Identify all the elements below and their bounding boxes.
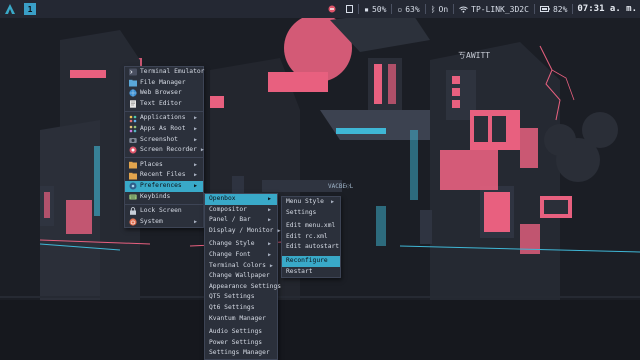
distro-logo-icon[interactable] (2, 1, 18, 17)
submenu-arrow-icon: ▶ (193, 172, 197, 179)
submenu-arrow-icon: ▶ (267, 251, 271, 258)
menu-item-openbox[interactable]: Openbox ▶ (205, 194, 277, 205)
submenu-arrow-icon: ▶ (267, 206, 271, 213)
menu-item-qt6-settings[interactable]: Qt6 Settings (205, 303, 277, 314)
menu-item-edit-autostart[interactable]: Edit autostart (282, 242, 340, 253)
submenu-arrow-icon: ▶ (330, 199, 334, 205)
menu-item-web-browser[interactable]: Web Browser (125, 88, 203, 99)
openbox-submenu: Menu Style ▶ Settings Edit menu.xml Edit… (281, 196, 341, 279)
submenu-arrow-icon: ▶ (267, 196, 271, 202)
lock-icon (129, 207, 137, 216)
menu-item-apps-as-root[interactable]: Apps As Root ▶ (125, 124, 203, 135)
menu-item-preferences[interactable]: Preferences ▶ (125, 180, 203, 192)
menu-item-menu-style[interactable]: Menu Style ▶ (282, 197, 340, 208)
globe-icon (129, 89, 137, 98)
cpu-icon: ▪ (364, 4, 369, 14)
menu-item-keybinds[interactable]: Keybinds (125, 192, 203, 203)
submenu-arrow-icon: ▶ (277, 227, 281, 234)
menu-item-recent-files[interactable]: Recent Files ▶ (125, 170, 203, 181)
bluetooth-indicator[interactable]: ᛒ On (426, 0, 453, 18)
cpu-indicator[interactable]: ▪ 50% (359, 0, 391, 18)
submenu-arrow-icon: ▶ (193, 218, 197, 225)
places-folder-icon (129, 161, 137, 169)
submenu-arrow-icon: ▶ (193, 115, 197, 122)
menu-item-power-settings[interactable]: Power Settings (205, 338, 277, 349)
menu-item-change-wallpaper[interactable]: Change Wallpaper (205, 271, 277, 282)
keyboard-icon (129, 193, 137, 201)
menu-item-compositor[interactable]: Compositor ▶ (205, 205, 277, 216)
record-indicator[interactable] (323, 0, 341, 18)
menu-item-settings[interactable]: Settings (282, 208, 340, 219)
menu-item-screenshot[interactable]: Screenshot ▶ (125, 135, 203, 146)
power-icon (129, 218, 137, 226)
menu-item-change-style[interactable]: Change Style ▶ (205, 239, 277, 250)
menu-item-qt5-settings[interactable]: QT5 Settings (205, 292, 277, 303)
submenu-arrow-icon: ▶ (269, 262, 273, 269)
root-icon (129, 125, 137, 133)
folder-icon (129, 79, 137, 87)
menu-item-display-monitor[interactable]: Display / Monitor ▶ (205, 226, 281, 237)
menu-item-panel-bar[interactable]: Panel / Bar ▶ (205, 215, 277, 226)
wifi-ssid: TP-LINK_3D2C (471, 4, 529, 14)
menu-item-change-font[interactable]: Change Font ▶ (205, 250, 277, 261)
menu-item-audio-settings[interactable]: Audio Settings (205, 327, 277, 338)
wallpaper: VACBE℮L ㄎAWITT (0, 0, 640, 360)
clipboard-icon (346, 5, 354, 13)
desktop: { "topbar": { "workspace": "1", "cpu": "… (0, 0, 640, 360)
clock[interactable]: 07:31 a. m. (573, 4, 640, 14)
recent-folder-icon (129, 172, 137, 180)
root-menu: Terminal Emulator File Manager Web Brows… (124, 66, 204, 229)
submenu-arrow-icon: ▶ (193, 182, 197, 189)
battery-indicator[interactable]: 82% (535, 0, 572, 18)
menu-item-settings-manager[interactable]: Settings Manager (205, 348, 277, 359)
submenu-arrow-icon: ▶ (200, 147, 204, 154)
document-icon (129, 100, 137, 108)
menu-item-terminal-emulator[interactable]: Terminal Emulator (125, 67, 204, 78)
preferences-submenu: Openbox ▶ Compositor ▶ Panel / Bar ▶ Dis… (204, 193, 281, 360)
menu-separator (125, 157, 203, 159)
record-icon (328, 5, 336, 13)
menu-item-edit-menu-xml[interactable]: Edit menu.xml (282, 221, 340, 232)
menu-item-text-editor[interactable]: Text Editor (125, 99, 203, 110)
menu-item-kvantum-manager[interactable]: Kvantum Manager (205, 314, 277, 325)
menu-item-terminal-colors[interactable]: Terminal Colors ▶ (205, 261, 277, 272)
memory-value: 63% (405, 4, 420, 14)
workspace-button[interactable]: 1 (24, 3, 36, 15)
clipboard-indicator[interactable] (341, 0, 358, 18)
menu-item-screen-recorder[interactable]: Screen Recorder ▶ (125, 145, 204, 156)
wifi-icon (459, 6, 468, 13)
record-icon (129, 146, 137, 154)
apps-icon (129, 115, 137, 123)
battery-value: 82% (552, 4, 568, 14)
memory-indicator[interactable]: ▫ 63% (392, 0, 424, 18)
battery-icon (539, 6, 550, 12)
submenu-arrow-icon: ▶ (267, 241, 271, 248)
top-panel: 1 ▪ 50% ▫ 63% ᛒ On TP-LINK_3D2C 82% 07:3… (0, 0, 640, 18)
menu-item-file-manager[interactable]: File Manager (125, 78, 203, 89)
submenu-arrow-icon: ▶ (267, 217, 271, 224)
menu-item-places[interactable]: Places ▶ (125, 160, 203, 171)
menu-item-applications[interactable]: Applications ▶ (125, 113, 203, 124)
submenu-arrow-icon: ▶ (193, 161, 197, 168)
wifi-indicator[interactable]: TP-LINK_3D2C (454, 0, 534, 18)
submenu-arrow-icon: ▶ (193, 136, 197, 143)
bluetooth-status: On (438, 4, 449, 14)
menu-item-edit-rc-xml[interactable]: Edit rc.xml (282, 232, 340, 243)
memory-icon: ▫ (397, 4, 403, 14)
bluetooth-icon: ᛒ (430, 4, 436, 14)
menu-item-reconfigure[interactable]: Reconfigure (282, 255, 340, 267)
menu-separator (125, 203, 203, 205)
preferences-icon (129, 182, 137, 190)
submenu-arrow-icon: ▶ (193, 125, 197, 132)
cpu-value: 50% (371, 4, 387, 14)
wallpaper-sign-kawitt: ㄎAWITT (458, 51, 490, 60)
menu-separator (125, 110, 203, 112)
menu-item-restart[interactable]: Restart (282, 267, 340, 278)
menu-item-appearance-settings[interactable]: Appearance Settings (205, 282, 281, 293)
wallpaper-sign-vacbeel: VACBE℮L (328, 183, 354, 190)
menu-item-lock-screen[interactable]: Lock Screen (125, 206, 203, 217)
menu-item-system[interactable]: System ▶ (125, 217, 203, 228)
camera-icon (129, 136, 137, 144)
terminal-icon (129, 68, 137, 76)
